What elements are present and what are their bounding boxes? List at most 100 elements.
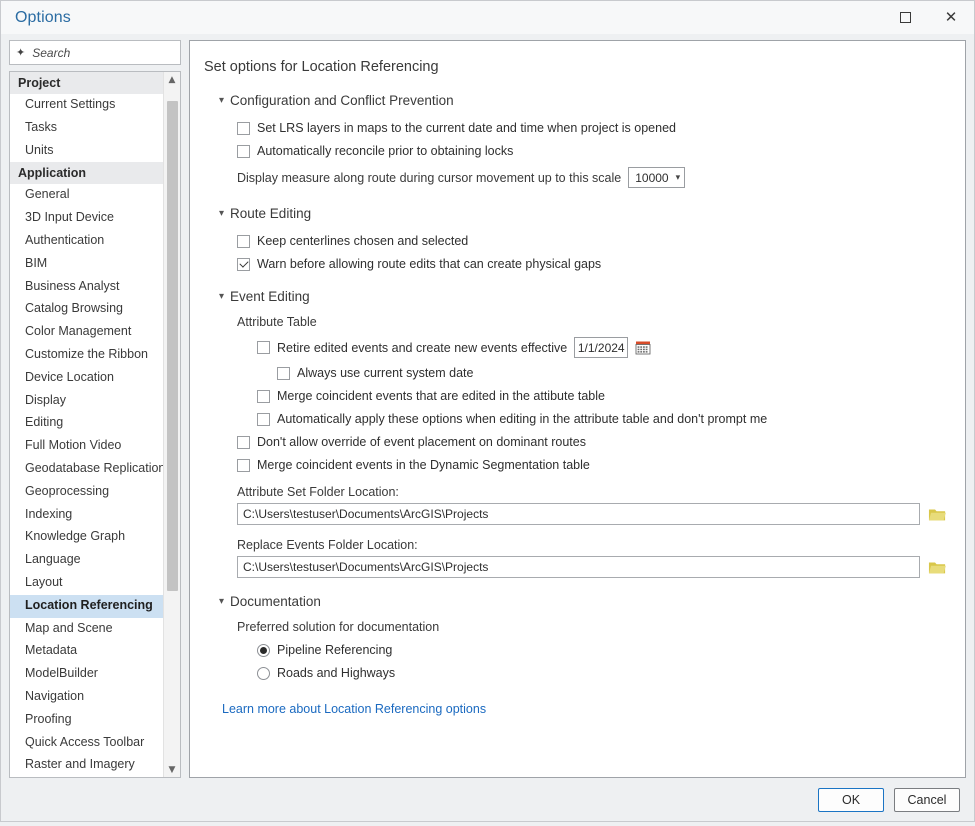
scroll-track[interactable] bbox=[164, 87, 181, 762]
label-preferred-solution: Preferred solution for documentation bbox=[237, 620, 947, 634]
option-no-override[interactable]: Don't allow override of event placement … bbox=[237, 435, 947, 449]
checkbox-merge-dynseg[interactable] bbox=[237, 459, 250, 472]
sidebar-item-quick-access-toolbar[interactable]: Quick Access Toolbar bbox=[10, 732, 163, 755]
option-merge-coincident-attribute[interactable]: Merge coincident events that are edited … bbox=[257, 389, 947, 403]
calendar-icon[interactable] bbox=[635, 340, 651, 355]
label-display-measure-scale: Display measure along route during curso… bbox=[237, 171, 621, 185]
sidebar-item-geoprocessing[interactable]: Geoprocessing bbox=[10, 481, 163, 504]
sidebar-item-navigation[interactable]: Navigation bbox=[10, 686, 163, 709]
scroll-up-button[interactable]: ▲ bbox=[164, 72, 181, 87]
dialog-footer: OK Cancel bbox=[1, 778, 974, 826]
label-pipeline-referencing: Pipeline Referencing bbox=[277, 643, 392, 657]
sidebar-item-knowledge-graph[interactable]: Knowledge Graph bbox=[10, 526, 163, 549]
sidebar-item-raster-and-imagery[interactable]: Raster and Imagery bbox=[10, 754, 163, 777]
nav-scrollbar[interactable]: ▲ ▼ bbox=[163, 72, 180, 777]
folder-icon[interactable] bbox=[928, 506, 947, 523]
cancel-button[interactable]: Cancel bbox=[894, 788, 960, 812]
sidebar-item-proofing[interactable]: Proofing bbox=[10, 709, 163, 732]
settings-nav-list: ProjectCurrent SettingsTasksUnitsApplica… bbox=[10, 72, 163, 777]
search-input[interactable] bbox=[30, 45, 191, 61]
scale-dropdown[interactable]: 10000 ▾ bbox=[628, 167, 685, 188]
sidebar-item-general[interactable]: General bbox=[10, 184, 163, 207]
settings-nav-panel: ProjectCurrent SettingsTasksUnitsApplica… bbox=[9, 71, 181, 778]
option-merge-dynseg[interactable]: Merge coincident events in the Dynamic S… bbox=[237, 458, 947, 472]
sidebar-item-modelbuilder[interactable]: ModelBuilder bbox=[10, 663, 163, 686]
sidebar-item-location-referencing[interactable]: Location Referencing bbox=[10, 595, 163, 618]
section-title: Route Editing bbox=[230, 206, 311, 221]
sidebar-item-customize-the-ribbon[interactable]: Customize the Ribbon bbox=[10, 344, 163, 367]
label-auto-apply: Automatically apply these options when e… bbox=[277, 412, 767, 426]
section-configuration: ▾ Configuration and Conflict Prevention … bbox=[202, 93, 947, 188]
option-always-system-date[interactable]: Always use current system date bbox=[277, 366, 947, 380]
sidebar-item-language[interactable]: Language bbox=[10, 549, 163, 572]
scroll-down-button[interactable]: ▼ bbox=[164, 762, 181, 777]
option-keep-centerlines[interactable]: Keep centerlines chosen and selected bbox=[237, 234, 947, 248]
option-auto-reconcile[interactable]: Automatically reconcile prior to obtaini… bbox=[237, 144, 947, 158]
sidebar-item-indexing[interactable]: Indexing bbox=[10, 504, 163, 527]
content-heading: Set options for Location Referencing bbox=[204, 59, 947, 75]
sidebar-item-tasks[interactable]: Tasks bbox=[10, 117, 163, 140]
maximize-button[interactable] bbox=[882, 1, 928, 34]
close-button[interactable]: ✕ bbox=[928, 1, 974, 34]
sidebar-item-catalog-browsing[interactable]: Catalog Browsing bbox=[10, 298, 163, 321]
checkbox-set-lrs-layers[interactable] bbox=[237, 122, 250, 135]
sidebar-item-authentication[interactable]: Authentication bbox=[10, 230, 163, 253]
label-merge-dynseg: Merge coincident events in the Dynamic S… bbox=[257, 458, 590, 472]
left-panel: ✦ ▾ ProjectCurrent SettingsTasksUnitsApp… bbox=[9, 40, 181, 778]
checkbox-always-system-date[interactable] bbox=[277, 367, 290, 380]
sidebar-item-full-motion-video[interactable]: Full Motion Video bbox=[10, 435, 163, 458]
sidebar-item-metadata[interactable]: Metadata bbox=[10, 640, 163, 663]
dialog-body: ✦ ▾ ProjectCurrent SettingsTasksUnitsApp… bbox=[1, 34, 974, 778]
option-pipeline-referencing[interactable]: Pipeline Referencing bbox=[257, 643, 947, 657]
sidebar-item-geodatabase-replication[interactable]: Geodatabase Replication bbox=[10, 458, 163, 481]
checkbox-auto-reconcile[interactable] bbox=[237, 145, 250, 158]
sidebar-item-display[interactable]: Display bbox=[10, 390, 163, 413]
sidebar-item-bim[interactable]: BIM bbox=[10, 253, 163, 276]
nav-group-project: Project bbox=[10, 72, 163, 94]
sidebar-item-map-and-scene[interactable]: Map and Scene bbox=[10, 618, 163, 641]
label-attribute-table: Attribute Table bbox=[237, 315, 947, 329]
checkbox-merge-coincident-attribute[interactable] bbox=[257, 390, 270, 403]
ok-button[interactable]: OK bbox=[818, 788, 884, 812]
options-content-panel: Set options for Location Referencing ▾ C… bbox=[189, 40, 966, 778]
sidebar-item-current-settings[interactable]: Current Settings bbox=[10, 94, 163, 117]
search-box[interactable]: ✦ ▾ bbox=[9, 40, 181, 65]
options-dialog: Options ✕ ✦ ▾ ProjectCurrent Se bbox=[0, 0, 975, 822]
scroll-thumb[interactable] bbox=[167, 101, 178, 591]
sidebar-item-layout[interactable]: Layout bbox=[10, 572, 163, 595]
sidebar-item-device-location[interactable]: Device Location bbox=[10, 367, 163, 390]
option-auto-apply[interactable]: Automatically apply these options when e… bbox=[257, 412, 947, 426]
checkbox-auto-apply[interactable] bbox=[257, 413, 270, 426]
chevron-down-icon: ▾ bbox=[219, 597, 224, 607]
checkbox-no-override[interactable] bbox=[237, 436, 250, 449]
folder-icon[interactable] bbox=[928, 559, 947, 576]
label-roads-and-highways: Roads and Highways bbox=[277, 666, 395, 680]
section-header-documentation[interactable]: ▾ Documentation bbox=[219, 594, 947, 609]
sidebar-item-3d-input-device[interactable]: 3D Input Device bbox=[10, 207, 163, 230]
section-header-event-editing[interactable]: ▾ Event Editing bbox=[219, 289, 947, 304]
label-warn-gaps: Warn before allowing route edits that ca… bbox=[257, 257, 601, 271]
page-title: Options bbox=[1, 9, 71, 27]
option-set-lrs-layers[interactable]: Set LRS layers in maps to the current da… bbox=[237, 121, 947, 135]
checkbox-retire-events[interactable] bbox=[257, 341, 270, 354]
option-warn-gaps[interactable]: Warn before allowing route edits that ca… bbox=[237, 257, 947, 271]
attribute-set-folder-input[interactable]: C:\Users\testuser\Documents\ArcGIS\Proje… bbox=[237, 503, 920, 525]
sidebar-item-business-analyst[interactable]: Business Analyst bbox=[10, 276, 163, 299]
sidebar-item-units[interactable]: Units bbox=[10, 140, 163, 163]
scale-dropdown-value: 10000 bbox=[635, 171, 668, 185]
radio-roads-and-highways[interactable] bbox=[257, 667, 270, 680]
effective-date-input[interactable]: 1/1/2024 bbox=[574, 337, 628, 358]
sidebar-item-editing[interactable]: Editing bbox=[10, 412, 163, 435]
radio-pipeline-referencing[interactable] bbox=[257, 644, 270, 657]
label-replace-events-folder: Replace Events Folder Location: bbox=[237, 538, 947, 552]
section-header-configuration[interactable]: ▾ Configuration and Conflict Prevention bbox=[219, 93, 947, 108]
replace-events-folder-row: C:\Users\testuser\Documents\ArcGIS\Proje… bbox=[237, 556, 947, 578]
replace-events-folder-input[interactable]: C:\Users\testuser\Documents\ArcGIS\Proje… bbox=[237, 556, 920, 578]
checkbox-keep-centerlines[interactable] bbox=[237, 235, 250, 248]
section-header-route-editing[interactable]: ▾ Route Editing bbox=[219, 206, 947, 221]
sidebar-item-color-management[interactable]: Color Management bbox=[10, 321, 163, 344]
option-roads-and-highways[interactable]: Roads and Highways bbox=[257, 666, 947, 680]
learn-more-link[interactable]: Learn more about Location Referencing op… bbox=[222, 702, 486, 716]
checkbox-warn-gaps[interactable] bbox=[237, 258, 250, 271]
option-retire-events[interactable]: Retire edited events and create new even… bbox=[257, 337, 947, 358]
